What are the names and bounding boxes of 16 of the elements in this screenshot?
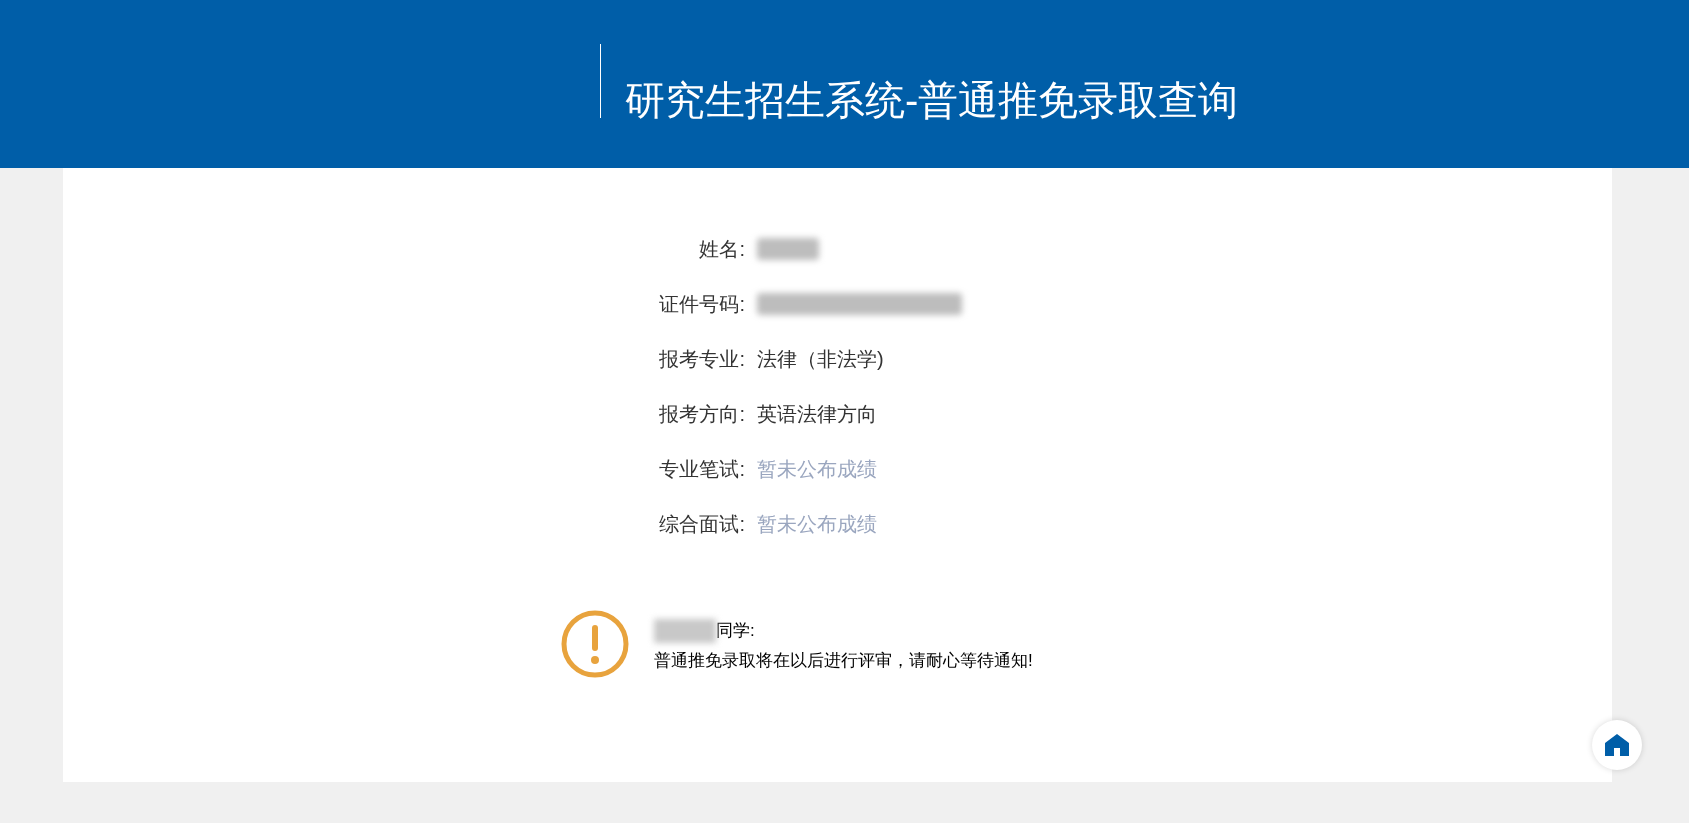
field-value: 暂未公布成绩 [757, 457, 877, 482]
page-title: 研究生招生系统-普通推免录取查询 [625, 77, 1239, 124]
warning-icon [560, 609, 630, 679]
field-label: 报考专业: [658, 347, 745, 372]
greeting-text: 同学: [716, 620, 755, 642]
field-label: 综合面试: [658, 512, 745, 537]
field-label: 专业笔试: [658, 457, 745, 482]
field-label: 姓名: [698, 237, 745, 262]
field-label: 证件号码: [658, 292, 745, 317]
home-icon [1604, 733, 1630, 757]
home-button[interactable] [1592, 720, 1642, 770]
field-value: 法律（非法学) [757, 347, 884, 372]
field-value: 英语法律方向 [757, 402, 877, 427]
field-value: 暂未公布成绩 [757, 512, 877, 537]
notice-message: 普通推免录取将在以后进行评审，请耐心等待通知! [654, 650, 1033, 672]
field-label: 报考方向: [658, 402, 745, 427]
